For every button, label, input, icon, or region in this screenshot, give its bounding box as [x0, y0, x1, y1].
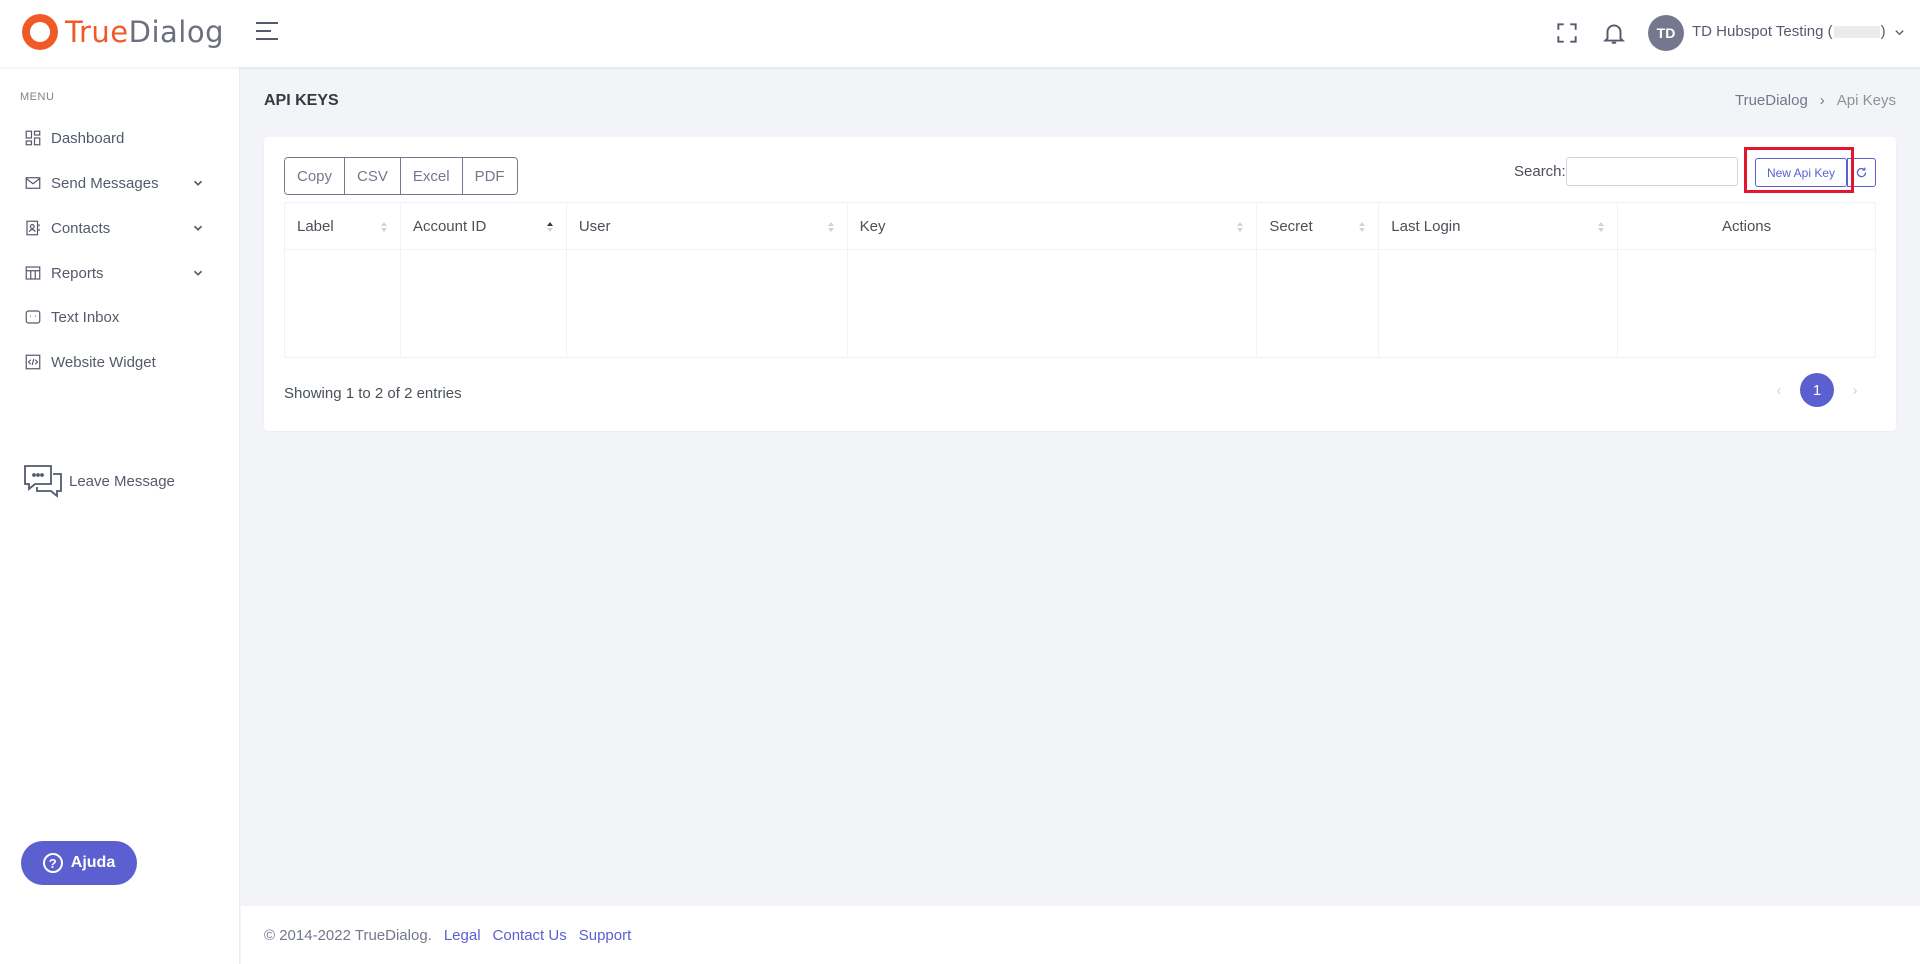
- column-header-key[interactable]: Key: [846, 202, 1258, 250]
- user-menu[interactable]: TD Hubspot Testing (): [1692, 23, 1905, 40]
- column-header-actions: Actions: [1617, 202, 1876, 250]
- leave-message-button[interactable]: Leave Message: [22, 463, 175, 499]
- dashboard-icon: [25, 130, 41, 146]
- breadcrumb-item-truedialog[interactable]: TrueDialog: [1735, 92, 1808, 109]
- sidebar-item-label: Send Messages: [51, 174, 159, 192]
- table-header-row: Label Account ID User Key Secret Last Lo…: [284, 202, 1876, 250]
- sidebar-item-label: Text Inbox: [51, 308, 120, 326]
- topbar: TrueDialog TD TD Hubspot Testing (): [0, 0, 1920, 67]
- excel-button[interactable]: Excel: [400, 158, 463, 194]
- sort-icon: [1598, 222, 1605, 232]
- page-button-current[interactable]: 1: [1800, 373, 1834, 407]
- help-button-label: Ajuda: [70, 854, 116, 871]
- column-header-last-login[interactable]: Last Login: [1378, 202, 1619, 250]
- search-input[interactable]: [1566, 157, 1738, 186]
- previous-page-button[interactable]: ‹: [1764, 373, 1794, 407]
- page-title: API KEYS: [264, 92, 339, 109]
- sort-icon: [380, 222, 387, 232]
- chat-bubble-icon: [24, 465, 62, 498]
- reports-icon: [25, 266, 41, 280]
- sort-asc-icon: [546, 222, 553, 232]
- leave-message-label: Leave Message: [69, 472, 175, 490]
- brand-logo[interactable]: TrueDialog: [22, 14, 224, 50]
- contact-us-link[interactable]: Contact Us: [493, 927, 567, 944]
- sidebar-item-text-inbox[interactable]: Text Inbox: [0, 297, 240, 337]
- send-icon: [25, 177, 41, 189]
- sidebar-item-send-messages[interactable]: Send Messages: [0, 163, 240, 203]
- new-api-key-button[interactable]: New Api Key: [1755, 158, 1847, 187]
- brand-name: TrueDialog: [65, 15, 224, 49]
- help-button[interactable]: ? Ajuda: [21, 841, 137, 885]
- column-header-account-id[interactable]: Account ID: [399, 202, 567, 250]
- bell-icon[interactable]: [1601, 20, 1627, 46]
- contacts-icon: [26, 220, 40, 236]
- pagination: ‹ 1 ›: [1764, 373, 1870, 407]
- sidebar-item-reports[interactable]: Reports: [0, 253, 240, 293]
- question-icon: ?: [42, 853, 63, 873]
- menu-title: MENU: [20, 91, 55, 103]
- sidebar-item-contacts[interactable]: Contacts: [0, 208, 240, 248]
- refresh-button[interactable]: [1847, 158, 1876, 187]
- sidebar-item-label: Reports: [51, 264, 104, 282]
- support-link[interactable]: Support: [579, 927, 632, 944]
- api-keys-card: Copy CSV Excel PDF Search: New Api Key L…: [264, 137, 1896, 431]
- pdf-button[interactable]: PDF: [462, 158, 517, 194]
- copy-button[interactable]: Copy: [285, 158, 346, 194]
- export-button-group: Copy CSV Excel PDF: [284, 157, 518, 195]
- api-keys-table: Label Account ID User Key Secret Last Lo…: [284, 202, 1876, 358]
- table-empty-row: [284, 249, 1876, 358]
- column-header-secret[interactable]: Secret: [1256, 202, 1380, 250]
- sidebar: MENU Dashboard Send Messages Contacts Re…: [0, 67, 240, 964]
- sidebar-item-label: Contacts: [51, 219, 111, 237]
- breadcrumb-item-api-keys: Api Keys: [1836, 92, 1896, 109]
- menu-toggle-icon[interactable]: [256, 22, 278, 44]
- chevron-down-icon: [193, 225, 203, 231]
- legal-link[interactable]: Legal: [444, 927, 481, 944]
- sidebar-item-dashboard[interactable]: Dashboard: [0, 118, 240, 158]
- column-header-label[interactable]: Label: [284, 202, 401, 250]
- footer: © 2014-2022 TrueDialog. Legal Contact Us…: [241, 906, 1920, 964]
- sidebar-item-label: Website Widget: [51, 353, 156, 371]
- sort-icon: [1237, 222, 1244, 232]
- chevron-down-icon: [193, 270, 203, 276]
- chevron-down-icon: [193, 180, 203, 186]
- column-header-user[interactable]: User: [565, 202, 848, 250]
- chevron-down-icon: [1895, 29, 1904, 35]
- csv-button[interactable]: CSV: [345, 158, 401, 194]
- redacted-account: [1833, 26, 1880, 39]
- search-label: Search:: [1514, 163, 1566, 180]
- code-icon: [25, 354, 41, 370]
- sidebar-item-label: Dashboard: [51, 129, 125, 147]
- truedialog-logo-icon: [22, 14, 58, 50]
- table-info: Showing 1 to 2 of 2 entries: [284, 385, 462, 402]
- avatar[interactable]: TD: [1648, 15, 1684, 51]
- sort-icon: [1359, 222, 1366, 232]
- breadcrumb-separator-icon: ›: [1819, 92, 1825, 109]
- breadcrumb: TrueDialog › Api Keys: [1735, 92, 1896, 109]
- fullscreen-icon[interactable]: [1554, 20, 1580, 46]
- refresh-icon: [1856, 167, 1867, 178]
- sidebar-item-website-widget[interactable]: Website Widget: [0, 342, 240, 382]
- inbox-icon: [25, 310, 41, 324]
- copyright: © 2014-2022 TrueDialog.: [264, 926, 432, 944]
- next-page-button[interactable]: ›: [1840, 373, 1870, 407]
- user-name: TD Hubspot Testing (: [1692, 23, 1833, 40]
- sort-icon: [827, 222, 834, 232]
